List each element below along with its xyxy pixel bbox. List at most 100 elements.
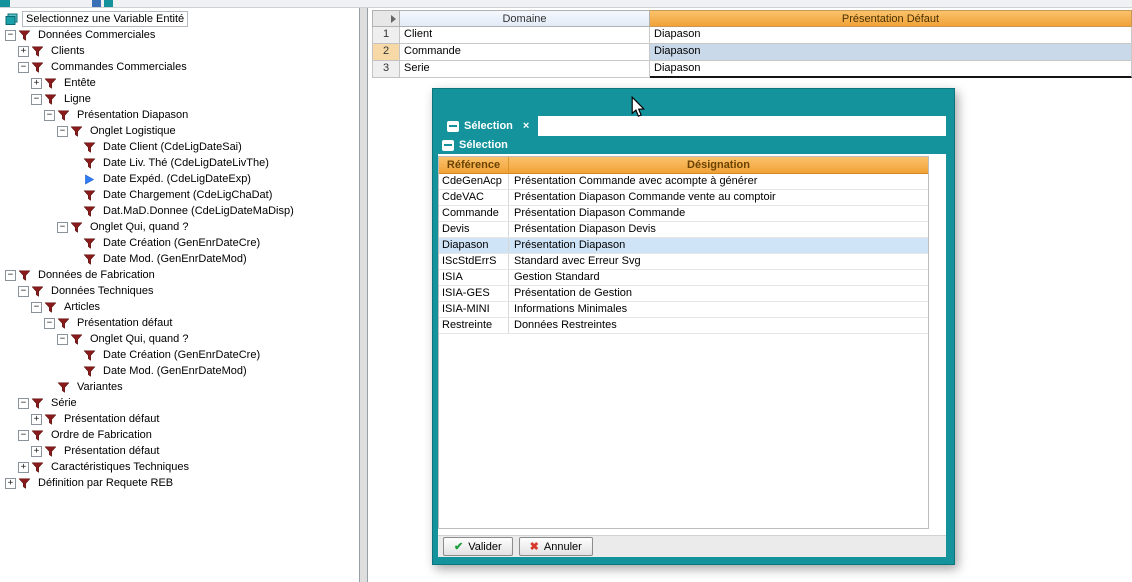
- tree-item[interactable]: Variantes: [5, 379, 359, 395]
- expand-box-icon[interactable]: +: [5, 478, 16, 489]
- filter-funnel-icon: [31, 429, 45, 442]
- tree-item[interactable]: −Onglet Qui, quand ?: [5, 219, 359, 235]
- tree-indent: [5, 147, 70, 148]
- collapse-box-icon[interactable]: −: [5, 270, 16, 281]
- tree-item[interactable]: Date Mod. (GenEnrDateMod): [5, 363, 359, 379]
- collapse-box-icon[interactable]: −: [18, 62, 29, 73]
- tree-item[interactable]: −Série: [5, 395, 359, 411]
- collapse-box-icon[interactable]: −: [31, 94, 42, 105]
- tree-item[interactable]: −Ordre de Fabrication: [5, 427, 359, 443]
- tree-item[interactable]: −Commandes Commerciales: [5, 59, 359, 75]
- selection-list-row[interactable]: DiapasonPrésentation Diapason: [439, 238, 928, 254]
- filter-funnel-icon: [57, 381, 71, 394]
- tree-item[interactable]: Date Expéd. (CdeLigDateExp): [5, 171, 359, 187]
- tree-item[interactable]: −Onglet Qui, quand ?: [5, 331, 359, 347]
- selection-list-row[interactable]: ISIAGestion Standard: [439, 270, 928, 286]
- expand-box-icon[interactable]: +: [18, 462, 29, 473]
- toolbar-icon-sliver: [104, 0, 113, 7]
- table-row: 2CommandeDiapason: [372, 44, 1132, 61]
- tree-item[interactable]: −Onglet Logistique: [5, 123, 359, 139]
- tree-item[interactable]: Date Chargement (CdeLigChaDat): [5, 187, 359, 203]
- table-row: 1ClientDiapason: [372, 27, 1132, 44]
- selection-list-row[interactable]: CdeVACPrésentation Diapason Commande ven…: [439, 190, 928, 206]
- selection-list-row[interactable]: ISIA-MINIInformations Minimales: [439, 302, 928, 318]
- cell-presentation-defaut[interactable]: Diapason: [650, 44, 1132, 61]
- tree-item[interactable]: −Données de Fabrication: [5, 267, 359, 283]
- tree-item[interactable]: −Données Techniques: [5, 283, 359, 299]
- tree-indent: [5, 339, 57, 340]
- expand-box-icon[interactable]: +: [31, 414, 42, 425]
- tab-selection[interactable]: Sélection ×: [438, 116, 538, 136]
- domain-table: Domaine Présentation Défaut 1ClientDiapa…: [372, 10, 1132, 78]
- tree-indent: [5, 371, 70, 372]
- selection-list-row[interactable]: IScStdErrSStandard avec Erreur Svg: [439, 254, 928, 270]
- collapse-box-icon[interactable]: −: [18, 398, 29, 409]
- expand-box-icon[interactable]: +: [18, 46, 29, 57]
- tree-item[interactable]: +Définition par Requete REB: [5, 475, 359, 491]
- tree-item[interactable]: Dat.MaD.Donnee (CdeLigDateMaDisp): [5, 203, 359, 219]
- collapse-box-icon[interactable]: −: [31, 302, 42, 313]
- collapse-box-icon[interactable]: −: [57, 126, 68, 137]
- collapse-box-icon[interactable]: −: [18, 430, 29, 441]
- tab-close-icon[interactable]: ×: [523, 120, 529, 132]
- cell-domaine[interactable]: Client: [400, 27, 650, 44]
- grid-corner-cell[interactable]: [372, 10, 400, 27]
- annuler-button[interactable]: ✖ Annuler: [519, 537, 593, 556]
- tree-item[interactable]: +Présentation défaut: [5, 411, 359, 427]
- tree-item[interactable]: +Entête: [5, 75, 359, 91]
- selection-list-row[interactable]: DevisPrésentation Diapason Devis: [439, 222, 928, 238]
- tree-item[interactable]: +Clients: [5, 43, 359, 59]
- tree-item[interactable]: Date Client (CdeLigDateSai): [5, 139, 359, 155]
- tree-item[interactable]: Date Mod. (GenEnrDateMod): [5, 251, 359, 267]
- row-number-cell[interactable]: 3: [372, 61, 400, 78]
- collapse-box-icon[interactable]: −: [18, 286, 29, 297]
- valider-button[interactable]: ✔ Valider: [443, 537, 513, 556]
- collapse-box-icon[interactable]: −: [57, 334, 68, 345]
- cell-presentation-defaut[interactable]: Diapason: [650, 61, 1132, 78]
- tree-item-label: Date Expéd. (CdeLigDateExp): [100, 172, 254, 186]
- row-number-cell[interactable]: 1: [372, 27, 400, 44]
- filter-funnel-icon: [31, 45, 45, 58]
- selection-list-row[interactable]: RestreinteDonnées Restreintes: [439, 318, 928, 334]
- tree-item[interactable]: −Ligne: [5, 91, 359, 107]
- column-header-reference[interactable]: Référence: [439, 157, 509, 173]
- tree-item[interactable]: −Articles: [5, 299, 359, 315]
- cell-presentation-defaut[interactable]: Diapason: [650, 27, 1132, 44]
- row-number-cell[interactable]: 2: [372, 44, 400, 61]
- selection-row-designation: Informations Minimales: [509, 302, 928, 317]
- selection-list-row[interactable]: ISIA-GESPrésentation de Gestion: [439, 286, 928, 302]
- tree-item[interactable]: −Données Commerciales: [5, 27, 359, 43]
- tree-item-label: Date Création (GenEnrDateCre): [100, 348, 263, 362]
- tree-item[interactable]: Date Création (GenEnrDateCre): [5, 347, 359, 363]
- cell-domaine[interactable]: Serie: [400, 61, 650, 78]
- filter-funnel-icon: [31, 61, 45, 74]
- collapse-box-icon[interactable]: −: [5, 30, 16, 41]
- collapse-box-icon[interactable]: −: [44, 318, 55, 329]
- expand-box-icon[interactable]: +: [31, 446, 42, 457]
- tree-indent: [5, 419, 31, 420]
- selection-list-row[interactable]: CommandePrésentation Diapason Commande: [439, 206, 928, 222]
- column-header-domaine[interactable]: Domaine: [400, 10, 650, 27]
- panel-splitter[interactable]: [359, 8, 368, 582]
- expand-box-icon[interactable]: +: [31, 78, 42, 89]
- toolbar-icon-sliver: [92, 0, 101, 7]
- tree-item-label: Date Liv. Thé (CdeLigDateLivThe): [100, 156, 272, 170]
- dialog-body: Référence Désignation CdeGenAcpPrésentat…: [438, 154, 946, 535]
- column-header-designation[interactable]: Désignation: [509, 157, 928, 173]
- selection-list-row[interactable]: CdeGenAcpPrésentation Commande avec acom…: [439, 174, 928, 190]
- dialog-titlebar[interactable]: [433, 89, 954, 116]
- tree-item[interactable]: Date Création (GenEnrDateCre): [5, 235, 359, 251]
- tree-item[interactable]: Selectionnez une Variable Entité: [5, 11, 359, 27]
- tree-item[interactable]: −Présentation Diapason: [5, 107, 359, 123]
- column-header-presentation-defaut[interactable]: Présentation Défaut: [650, 10, 1132, 27]
- collapse-box-icon[interactable]: −: [44, 110, 55, 121]
- tree-item-label: Présentation défaut: [61, 444, 162, 458]
- cell-domaine[interactable]: Commande: [400, 44, 650, 61]
- tree-item[interactable]: +Caractéristiques Techniques: [5, 459, 359, 475]
- tree-item[interactable]: + Présentation défaut: [5, 443, 359, 459]
- tree-item[interactable]: Date Liv. Thé (CdeLigDateLivThe): [5, 155, 359, 171]
- collapse-box-icon[interactable]: −: [57, 222, 68, 233]
- selection-list: Référence Désignation CdeGenAcpPrésentat…: [438, 156, 929, 529]
- tree-item[interactable]: −Présentation défaut: [5, 315, 359, 331]
- filter-funnel-icon: [57, 317, 71, 330]
